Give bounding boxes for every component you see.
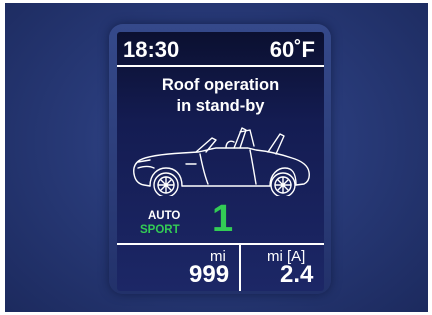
- dashboard-frame: 18:30 60˚F Roof operation in stand-by AU…: [5, 3, 428, 312]
- roof-status-line-1: Roof operation: [161, 76, 280, 94]
- gear-indicator: 1: [212, 198, 234, 240]
- instrument-display: 18:30 60˚F Roof operation in stand-by AU…: [117, 32, 324, 291]
- outside-temperature: 60˚F: [269, 37, 315, 62]
- header-divider: [117, 65, 324, 67]
- convertible-car-roof-icon: [133, 127, 310, 196]
- odometer-value: 999: [189, 261, 230, 288]
- trip-a-value: 2.4: [280, 261, 314, 288]
- trip-divider: [239, 245, 241, 291]
- footer-divider: [117, 243, 324, 245]
- roof-status-message: Roof operation in stand-by: [117, 75, 324, 117]
- clock-time: 18:30: [123, 37, 180, 62]
- roof-status-line-2: in stand-by: [176, 97, 265, 115]
- sport-mode-label: SPORT: [140, 224, 180, 236]
- auto-mode-label: AUTO: [148, 210, 181, 222]
